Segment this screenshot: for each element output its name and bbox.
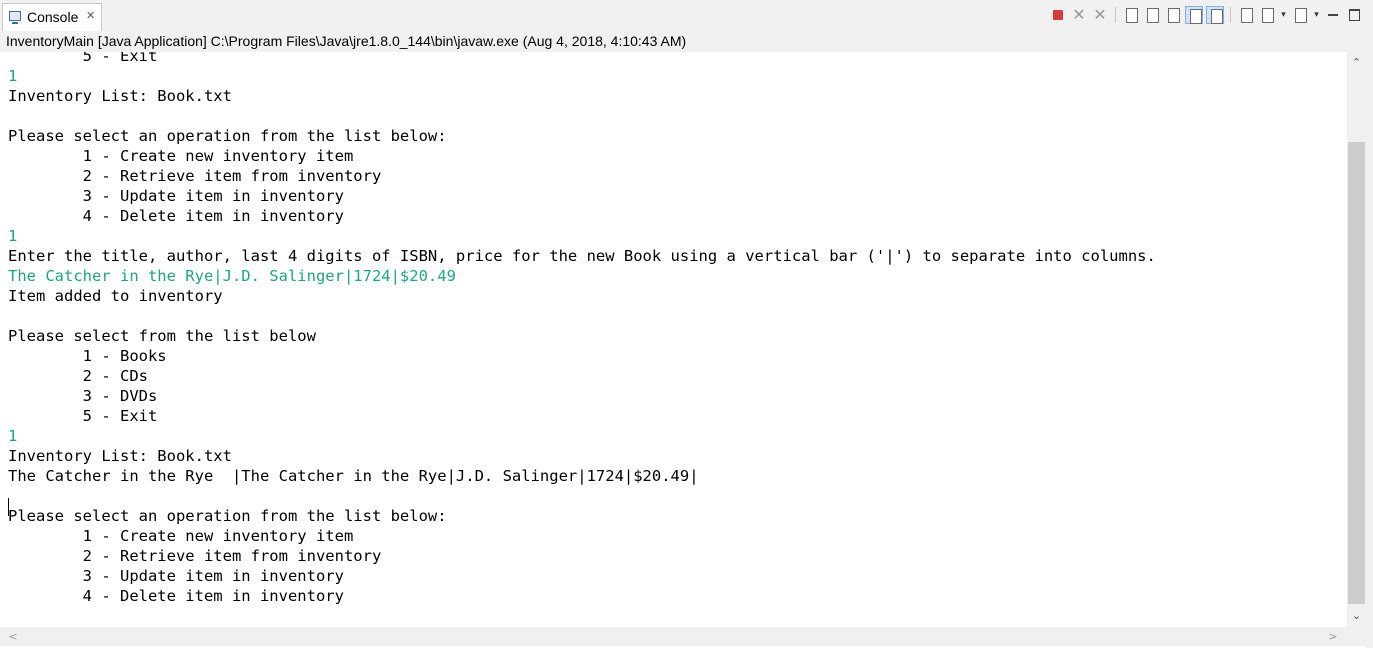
console-output-line: Inventory List: Book.txt (8, 87, 232, 105)
console-output-line: Please select from the list below (8, 327, 316, 345)
word-wrap-icon[interactable] (1164, 6, 1182, 24)
process-description: InventoryMain [Java Application] C:\Prog… (6, 33, 687, 49)
console-input-line: 1 (8, 67, 18, 85)
scroll-right-icon[interactable]: > (1324, 627, 1342, 646)
console-input-line: The Catcher in the Rye|J.D. Salinger|172… (8, 267, 456, 285)
console-output-line: Please select an operation from the list… (8, 507, 447, 525)
text-caret (8, 498, 9, 516)
console-input-line: 1 (8, 227, 18, 245)
remove-all-terminated-icon[interactable]: ✕ (1091, 6, 1109, 24)
process-description-bar: InventoryMain [Java Application] C:\Prog… (0, 31, 1373, 53)
maximize-icon[interactable] (1345, 6, 1363, 24)
console-icon (9, 11, 21, 24)
console-output-line: 4 - Delete item in inventory (8, 587, 344, 605)
scroll-lock-icon[interactable] (1143, 6, 1161, 24)
console-text: 5 - Exit 1 Inventory List: Book.txt Please … (8, 52, 1156, 606)
toolbar-separator (1115, 7, 1116, 23)
console-tab-label: Console (27, 9, 79, 25)
console-output-line: 2 - Retrieve item from inventory (8, 547, 382, 565)
pin-console-icon[interactable] (1237, 6, 1255, 24)
console-toolbar: ✕ ✕ ▾ ▾ (1049, 5, 1363, 25)
clear-console-icon[interactable] (1122, 6, 1140, 24)
open-console-icon[interactable] (1291, 6, 1309, 24)
chevron-down-icon[interactable]: ▾ (1279, 6, 1288, 24)
close-icon[interactable]: ✕ (86, 9, 95, 22)
show-on-stderr-icon[interactable] (1206, 6, 1224, 24)
console-output-line: Please select an operation from the list… (8, 127, 447, 145)
window-edge (1366, 52, 1373, 648)
console-output-line: 1 - Books (8, 347, 167, 365)
console-output-line: 5 - Exit (8, 52, 158, 65)
console-output-line: The Catcher in the Rye |The Catcher in t… (8, 467, 699, 485)
chevron-down-icon[interactable]: ▾ (1312, 6, 1321, 24)
show-on-stdout-icon[interactable] (1185, 6, 1203, 24)
console-output-line: 1 - Create new inventory item (8, 147, 354, 165)
console-output-line: 3 - DVDs (8, 387, 158, 405)
console-input-line: 1 (8, 427, 18, 445)
toolbar-separator (1230, 7, 1231, 23)
console-output-line: Enter the title, author, last 4 digits o… (8, 247, 1156, 265)
console-output-line: 5 - Exit (8, 407, 158, 425)
scroll-left-icon[interactable]: < (4, 627, 22, 646)
terminate-icon[interactable] (1049, 6, 1067, 24)
scroll-up-icon[interactable]: ⌃ (1347, 54, 1366, 72)
scroll-down-icon[interactable]: ⌄ (1347, 607, 1366, 625)
console-output-line: 2 - CDs (8, 367, 148, 385)
remove-launch-icon[interactable]: ✕ (1070, 6, 1088, 24)
minimize-icon[interactable] (1324, 6, 1342, 24)
display-selected-console-icon[interactable] (1258, 6, 1276, 24)
console-output-line: 3 - Update item in inventory (8, 187, 344, 205)
horizontal-scrollbar[interactable]: < > (0, 627, 1366, 646)
console-tab[interactable]: Console ✕ (2, 3, 102, 31)
console-output-line: Inventory List: Book.txt (8, 447, 232, 465)
console-output-line: 3 - Update item in inventory (8, 567, 344, 585)
console-output-line: 1 - Create new inventory item (8, 527, 354, 545)
console-output-line: Item added to inventory (8, 287, 223, 305)
console-output[interactable]: 5 - Exit 1 Inventory List: Book.txt Please … (0, 52, 1347, 627)
view-tab-bar: Console ✕ ✕ ✕ ▾ ▾ (0, 0, 1373, 32)
console-output-line: 2 - Retrieve item from inventory (8, 167, 382, 185)
vertical-scrollbar[interactable]: ⌃ ⌄ (1347, 52, 1366, 627)
vertical-scroll-thumb[interactable] (1348, 142, 1365, 604)
console-output-line: 4 - Delete item in inventory (8, 207, 344, 225)
